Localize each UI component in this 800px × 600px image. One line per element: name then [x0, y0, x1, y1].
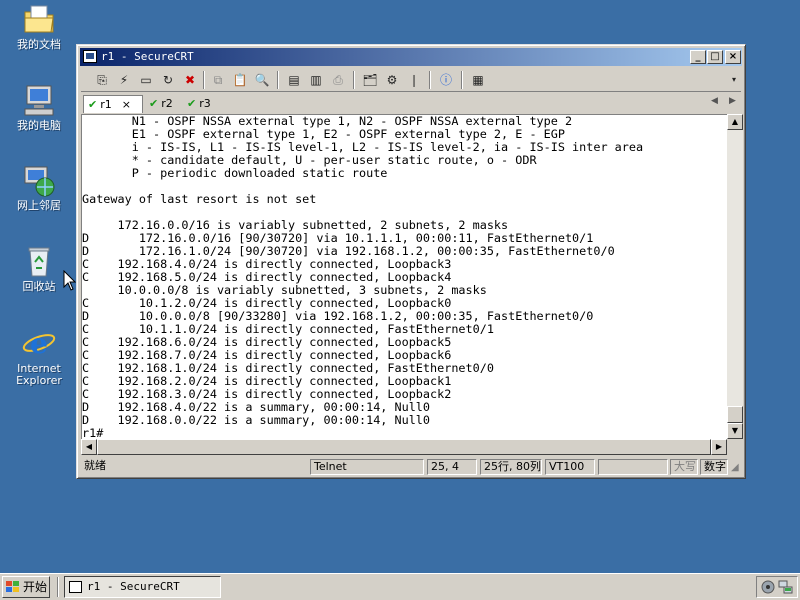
quick-connect-icon[interactable]: ⚡ [115, 71, 133, 89]
terminal-line: D 192.168.0.0/22 is a summary, 00:00:14,… [82, 413, 431, 427]
sftp-icon[interactable]: ▦ [469, 71, 487, 89]
tab-r1[interactable]: ✔ r1 × [83, 95, 143, 113]
toolbar-separator [461, 71, 463, 89]
status-empty-field [598, 459, 668, 475]
computer-icon [21, 83, 57, 117]
taskbar-separator [57, 577, 59, 597]
system-tray [756, 576, 798, 598]
network-globe-icon [21, 163, 57, 197]
status-caps-lock: 大写 [670, 459, 698, 475]
recycle-bin-icon [21, 244, 57, 278]
print-setup-icon[interactable]: ▤ [285, 71, 303, 89]
status-protocol: Telnet [310, 459, 424, 475]
network-status-icon[interactable] [778, 579, 794, 595]
securecrt-window: r1 - SecureCRT _ □ × ⎘ ⚡ ▭ ↻ ✖ ⧉ 📋 🔍 ▤ ▥… [76, 44, 746, 479]
vertical-scroll-thumb[interactable] [727, 406, 743, 423]
paste-icon[interactable]: 📋 [231, 71, 249, 89]
print-selection-icon[interactable]: ▥ [307, 71, 325, 89]
windows-logo-icon [6, 581, 19, 592]
start-label: 开始 [23, 580, 48, 594]
connect-icon[interactable]: ⎘ [93, 71, 111, 89]
toolbar: ⎘ ⚡ ▭ ↻ ✖ ⧉ 📋 🔍 ▤ ▥ ⎙ 🗂 ⚙ ❘ ⓘ ▦ ▾ [81, 68, 741, 92]
window-titlebar[interactable]: r1 - SecureCRT _ □ × [80, 48, 742, 66]
scroll-up-icon[interactable]: ▲ [727, 114, 743, 130]
find-icon[interactable]: 🔍 [253, 71, 271, 89]
status-emulation: VT100 [545, 459, 595, 475]
status-terminal-size: 25行, 80列 [480, 459, 542, 475]
securecrt-app-icon [69, 581, 82, 593]
maximize-button[interactable]: □ [707, 50, 723, 64]
status-ready: 就绪 [84, 459, 106, 472]
global-options-icon[interactable]: ⚙ [383, 71, 401, 89]
tab-close-icon[interactable]: × [122, 98, 131, 111]
svg-text:e: e [30, 327, 48, 360]
tab-r2[interactable]: ✔ r2 [145, 95, 181, 113]
terminal-line: P - periodic downloaded static route [82, 166, 388, 180]
status-bar: 就绪 Telnet 25, 4 25行, 80列 VT100 大写 数字 ◢ [81, 458, 741, 476]
speaker-icon[interactable] [760, 579, 776, 595]
connect-in-tab-icon[interactable]: ▭ [137, 71, 155, 89]
desktop-icon-label: Internet Explorer [16, 362, 62, 387]
disconnect-icon[interactable]: ✖ [181, 71, 199, 89]
close-button[interactable]: × [725, 50, 741, 64]
tab-r3[interactable]: ✔ r3 [183, 95, 219, 113]
session-options-icon[interactable]: 🗂 [361, 71, 379, 89]
terminal-prompt: r1# [82, 426, 104, 440]
print-icon[interactable]: ⎙ [329, 71, 347, 89]
scroll-right-icon[interactable]: ▶ [711, 439, 727, 455]
taskbar: 开始 r1 - SecureCRT [0, 573, 800, 600]
scroll-down-icon[interactable]: ▼ [727, 423, 743, 439]
connected-check-icon: ✔ [149, 97, 159, 110]
minimize-button[interactable]: _ [690, 50, 706, 64]
connected-check-icon: ✔ [187, 97, 197, 110]
folder-icon [21, 2, 57, 36]
internet-explorer-icon: e [21, 326, 57, 360]
keymap-icon[interactable]: ❘ [405, 71, 423, 89]
taskbar-item-securecrt[interactable]: r1 - SecureCRT [64, 576, 221, 598]
toolbar-separator [353, 71, 355, 89]
taskbar-item-label: r1 - SecureCRT [87, 580, 180, 593]
status-num-lock: 数字 [700, 459, 728, 475]
horizontal-scroll-thumb[interactable] [97, 439, 711, 455]
status-cursor-position: 25, 4 [427, 459, 477, 475]
desktop-icon-my-computer[interactable]: 我的电脑 [6, 83, 72, 132]
reconnect-icon[interactable]: ↻ [159, 71, 177, 89]
toolbar-separator [277, 71, 279, 89]
terminal-output[interactable]: N1 - OSPF NSSA external type 1, N2 - OSP… [81, 114, 727, 439]
terminal-line: Gateway of last resort is not set [82, 192, 317, 206]
start-button[interactable]: 开始 [2, 576, 50, 598]
help-icon[interactable]: ⓘ [437, 71, 455, 89]
desktop-icon-internet-explorer[interactable]: e Internet Explorer [6, 326, 72, 387]
vertical-scrollbar[interactable]: ▲ ▼ [727, 114, 743, 439]
desktop-icon-network[interactable]: 网上邻居 [6, 163, 72, 212]
tab-label: r2 [161, 97, 173, 110]
desktop-icon-label: 我的电脑 [17, 119, 61, 132]
copy-icon[interactable]: ⧉ [209, 71, 227, 89]
toolbar-separator [203, 71, 205, 89]
desktop-icon-label: 网上邻居 [17, 199, 61, 212]
resize-grip-icon[interactable]: ◢ [731, 462, 739, 473]
scroll-left-icon[interactable]: ◀ [81, 439, 97, 455]
desktop-icon-label: 我的文档 [17, 38, 61, 51]
desktop-icon-my-documents[interactable]: 我的文档 [6, 2, 72, 51]
securecrt-app-icon [83, 50, 97, 63]
toolbar-overflow-icon[interactable]: ▾ [729, 71, 739, 89]
tab-label: r3 [199, 97, 211, 110]
window-title: r1 - SecureCRT [101, 50, 194, 63]
tab-scroll-left-icon[interactable]: ◀ [711, 96, 718, 106]
connected-check-icon: ✔ [88, 98, 98, 111]
toolbar-separator [429, 71, 431, 89]
tab-label: r1 [100, 98, 112, 111]
tab-scroll-right-icon[interactable]: ▶ [729, 96, 736, 106]
session-tabs: ✔ r1 × ✔ r2 ✔ r3 ◀ ▶ [81, 94, 741, 114]
mouse-cursor-icon [63, 270, 77, 291]
horizontal-scrollbar[interactable]: ◀ ▶ [81, 439, 727, 455]
